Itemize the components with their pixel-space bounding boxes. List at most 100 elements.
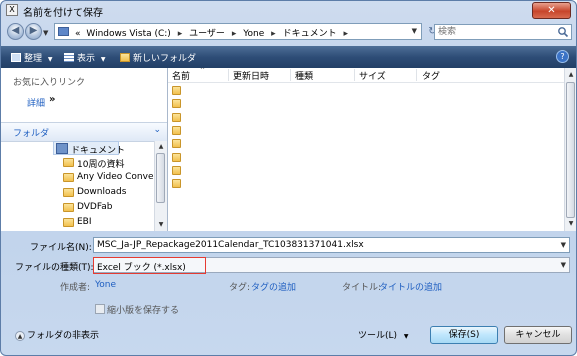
title-bar: X 名前を付けて保存 ✕ (1, 1, 576, 19)
folder-icon[interactable] (172, 99, 181, 109)
breadcrumb-separator[interactable]: ▸ (343, 29, 348, 39)
window-title: 名前を付けて保存 (23, 8, 103, 19)
new-folder-label: 新しいフォルダ (133, 54, 197, 64)
breadcrumb-drive[interactable]: Windows Vista (C:) (86, 29, 170, 39)
breadcrumb-separator[interactable]: ▸ (232, 29, 237, 39)
filename-field[interactable]: MSC_Ja-JP_Repackage2011Calendar_TC103831… (93, 237, 570, 253)
breadcrumb-users[interactable]: ユーザー (189, 29, 225, 39)
cancel-button[interactable]: キャンセル (504, 326, 572, 344)
folder-icon (63, 173, 74, 182)
column-modified[interactable]: 更新日時 (233, 69, 269, 82)
excel-app-icon: X (6, 4, 18, 16)
help-icon[interactable]: ? (556, 50, 569, 63)
tree-scrollbar[interactable]: ▲ ▼ (154, 141, 167, 231)
scroll-up-icon[interactable]: ▲ (156, 142, 166, 152)
folder-icon[interactable] (172, 139, 181, 149)
close-button[interactable]: ✕ (532, 2, 571, 19)
details-arrow-icon[interactable]: » (49, 94, 55, 105)
author-value[interactable]: Yone (95, 280, 116, 290)
views-label: 表示 (77, 54, 96, 64)
column-divider[interactable] (416, 69, 417, 81)
title-value[interactable]: タイトルの追加 (379, 280, 442, 293)
scroll-thumb[interactable] (156, 153, 165, 203)
folders-label: フォルダ (13, 129, 50, 139)
save-thumbnail-label[interactable]: 縮小版を保存する (107, 303, 179, 316)
new-folder-icon (120, 53, 130, 62)
column-tags[interactable]: タグ (422, 69, 440, 82)
chevron-down-icon: ▼ (100, 56, 106, 63)
filename-label: ファイル名(N): (30, 243, 92, 253)
scroll-down-icon[interactable]: ▼ (156, 220, 166, 230)
tags-value[interactable]: タグの追加 (251, 280, 296, 293)
sort-ascending-icon: ^ (200, 68, 206, 74)
folder-icon[interactable] (172, 165, 181, 175)
folder-icon (63, 158, 74, 167)
chevron-down-icon: ⌄ (153, 125, 161, 135)
views-icon (64, 53, 74, 62)
column-size[interactable]: サイズ (359, 69, 386, 82)
column-divider[interactable] (228, 69, 229, 81)
search-icon[interactable] (557, 26, 569, 38)
forward-button[interactable]: ▶ (25, 23, 42, 40)
breadcrumb-user[interactable]: Yone (243, 29, 264, 39)
tree-item-label: ドキュメント (71, 146, 126, 156)
column-divider[interactable] (354, 69, 355, 81)
file-list: 名前 ^ 更新日時 種類 サイズ タグ PPPcEttt (168, 68, 576, 231)
navigation-pane: お気に入りリンク 詳細 » フォルダ ⌄ ドキュメント 10周の資料 Any V… (1, 68, 168, 231)
favorite-links-heading: お気に入りリンク (13, 78, 86, 88)
title-label: タイトル: (342, 283, 382, 293)
organize-button[interactable]: 整理 ▼ (11, 51, 53, 64)
save-thumbnail-checkbox[interactable] (95, 304, 105, 314)
folder-icon (63, 218, 74, 227)
breadcrumb-separator[interactable]: ▸ (271, 29, 276, 39)
folder-icon[interactable] (172, 112, 181, 122)
address-bar[interactable]: « Windows Vista (C:) ▸ ユーザー ▸ Yone ▸ ドキュ… (54, 23, 422, 40)
command-toolbar: 整理 ▼ 表示 ▼ 新しいフォルダ ? (1, 46, 576, 68)
breadcrumb-overflow[interactable]: « (75, 29, 81, 39)
folder-icon[interactable] (172, 125, 181, 135)
folder-tree: ドキュメント 10周の資料 Any Video Convert Download… (1, 141, 154, 231)
scroll-up-icon[interactable]: ▲ (566, 70, 576, 80)
author-label: 作成者: (60, 283, 91, 293)
hide-folders-button[interactable]: ▲ フォルダの非表示 (15, 328, 99, 341)
search-box[interactable] (434, 24, 572, 40)
views-button[interactable]: 表示 ▼ (64, 51, 106, 64)
tree-item-label: EBI (77, 217, 92, 227)
new-folder-button[interactable]: 新しいフォルダ (120, 51, 196, 64)
folders-header[interactable]: フォルダ ⌄ (1, 122, 167, 142)
back-button[interactable]: ◀ (7, 23, 24, 40)
breadcrumb-documents[interactable]: ドキュメント (283, 29, 337, 39)
search-input[interactable] (438, 26, 553, 38)
column-name[interactable]: 名前 (172, 69, 190, 82)
address-dropdown[interactable]: ▼ (412, 27, 417, 35)
details-link[interactable]: 詳細 (27, 96, 45, 109)
save-form: ファイル名(N): MSC_Ja-JP_Repackage2011Calenda… (1, 232, 576, 355)
folder-icon[interactable] (172, 86, 181, 95)
tree-item-documents[interactable]: ドキュメント (53, 141, 125, 156)
column-divider[interactable] (290, 69, 291, 81)
filename-value[interactable]: MSC_Ja-JP_Repackage2011Calendar_TC103831… (97, 240, 364, 250)
tags-label: タグ: (229, 283, 251, 293)
recent-pages-dropdown[interactable]: ▼ (43, 29, 48, 37)
scroll-thumb[interactable] (566, 82, 575, 218)
breadcrumb: « Windows Vista (C:) ▸ ユーザー ▸ Yone ▸ ドキュ… (75, 26, 352, 39)
scroll-down-icon[interactable]: ▼ (566, 219, 576, 229)
breadcrumb-separator[interactable]: ▸ (178, 29, 183, 39)
column-header-row: 名前 ^ 更新日時 種類 サイズ タグ (168, 68, 576, 83)
tools-button[interactable]: ツール(L) ▼ (358, 328, 409, 341)
save-button[interactable]: 保存(S) (430, 326, 498, 344)
column-type[interactable]: 種類 (295, 69, 313, 82)
folder-icon (63, 203, 74, 212)
tools-label: ツール(L) (358, 331, 398, 341)
hide-folders-label: フォルダの非表示 (27, 331, 100, 341)
filetype-highlight-box (93, 257, 206, 274)
chevron-down-icon[interactable]: ▼ (561, 241, 566, 249)
chevron-down-icon: ▼ (47, 56, 53, 63)
chevron-down-icon[interactable]: ▼ (561, 261, 566, 269)
file-list-scrollbar[interactable]: ▲ ▼ (564, 68, 576, 231)
folder-icon[interactable] (172, 152, 181, 162)
organize-label: 整理 (24, 54, 43, 64)
folder-icon[interactable] (172, 179, 181, 189)
filetype-label: ファイルの種類(T): (15, 263, 94, 273)
folder-location-icon (58, 27, 69, 36)
